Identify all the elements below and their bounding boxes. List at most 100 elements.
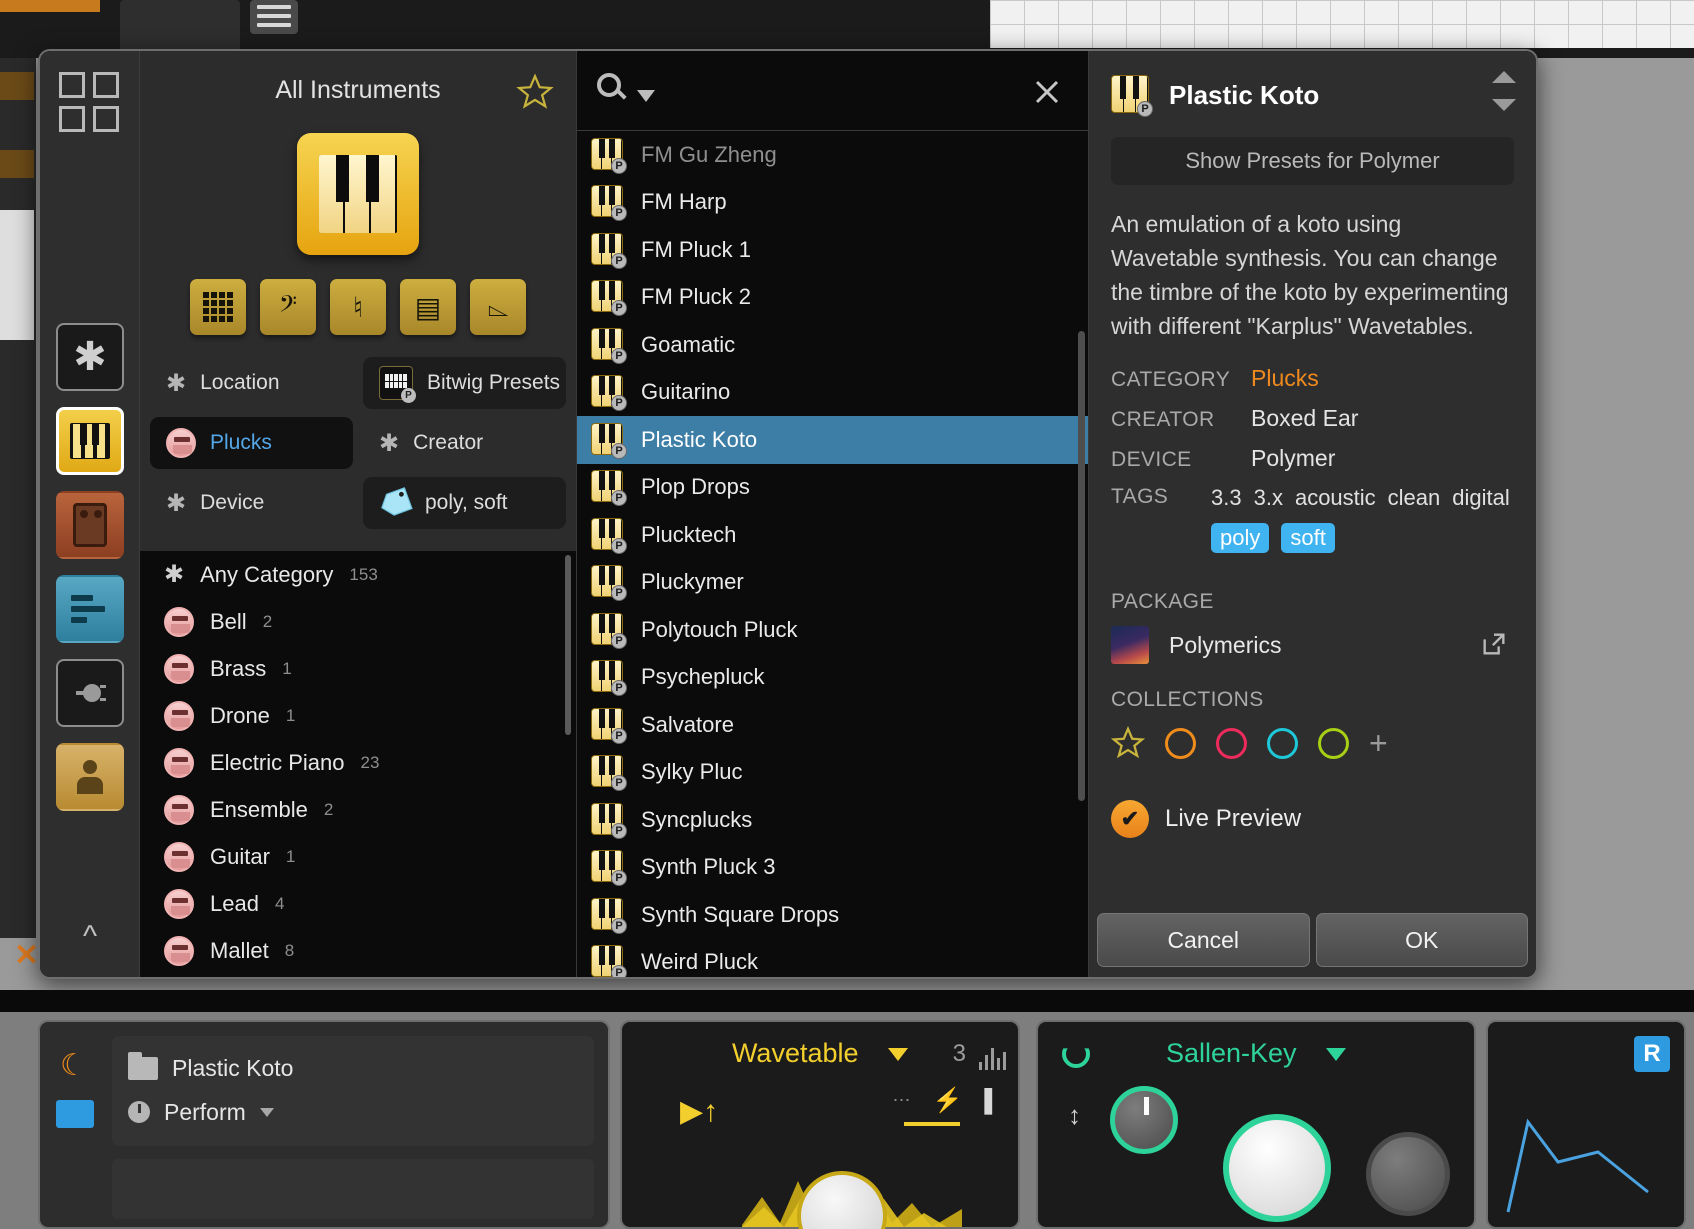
filter-tags[interactable]: poly, soft [363,477,566,529]
chevron-down-icon[interactable] [1326,1048,1346,1061]
sidebar-item-user[interactable] [56,743,124,811]
pulse-icon[interactable]: ▌ [984,1088,1000,1114]
list-item[interactable]: P Goamatic [577,321,1088,369]
chevron-down-icon[interactable] [260,1108,274,1117]
tag[interactable]: clean [1388,485,1441,511]
filter-knob-2[interactable] [1223,1114,1331,1222]
collection-pink-icon[interactable] [1216,728,1247,759]
filter-bitwig-presets[interactable]: P Bitwig Presets [363,357,566,409]
filter-device[interactable]: ✱ Device [150,477,353,529]
collection-orange-icon[interactable] [1165,728,1196,759]
show-presets-button[interactable]: Show Presets for Polymer [1111,137,1514,185]
close-icon[interactable]: ✕ [14,938,39,973]
noise-icon[interactable]: ⋯ [893,1090,911,1111]
list-item[interactable]: P Pluckymer [577,559,1088,607]
list-item[interactable]: P Plucktech [577,511,1088,559]
live-preview-toggle[interactable]: ✔ Live Preview [1111,800,1514,838]
category-scrollbar[interactable] [565,555,571,735]
list-item[interactable]: P Guitarino [577,369,1088,417]
filter-title[interactable]: Sallen-Key [1038,1038,1474,1069]
tag[interactable]: 3.3 [1211,485,1242,511]
list-item[interactable]: P Syncplucks [577,796,1088,844]
device-preset-row[interactable]: Plastic Koto [128,1046,594,1090]
hamburger-icon[interactable] [250,0,298,34]
filter-location[interactable]: ✱ Location [150,357,353,409]
list-item[interactable]: P Sylky Pluc [577,749,1088,797]
list-item[interactable]: P Plop Drops [577,464,1088,512]
close-icon[interactable] [1032,77,1062,107]
sidebar-item-instruments[interactable] [56,407,124,475]
filter-creator[interactable]: ✱ Creator [363,417,566,469]
folder-icon[interactable] [56,1100,94,1128]
category-item-brass[interactable]: Brass 1 [140,645,576,692]
envelope-display[interactable] [1488,1072,1688,1222]
meta-value[interactable]: Plucks [1251,365,1319,392]
wavetable-voice-count[interactable]: 3 [953,1040,966,1068]
chevron-down-icon[interactable] [1492,99,1516,111]
collapse-chevron-up-icon[interactable]: ^ [68,915,112,959]
modulation-arrow-icon[interactable]: ▶↑ [680,1094,718,1129]
list-item[interactable]: P Synth Square Drops [577,891,1088,939]
list-item[interactable]: P Salvatore [577,701,1088,749]
ok-button[interactable]: OK [1316,913,1529,967]
filter-plucks[interactable]: Plucks [150,417,353,469]
list-item[interactable]: P FM Gu Zheng [577,131,1088,179]
cancel-button[interactable]: Cancel [1097,913,1310,967]
tag[interactable]: 3.x [1254,485,1283,511]
list-item[interactable]: P FM Harp [577,179,1088,227]
category-item-mallet[interactable]: Mallet 8 [140,927,576,974]
star-outline-icon[interactable] [516,73,554,111]
category-item-bell[interactable]: Bell 2 [140,598,576,645]
bass-clef-icon[interactable]: 𝄢 [260,279,316,335]
list-item[interactable]: P Synth Pluck 3 [577,844,1088,892]
sidebar-item-audio-fx[interactable] [56,491,124,559]
results-scrollbar[interactable] [1078,331,1085,801]
keyboard-x-icon[interactable]: ♮ [330,279,386,335]
lightning-icon[interactable]: ⚡ [933,1086,963,1115]
external-link-icon[interactable] [1480,630,1508,658]
tag[interactable]: acoustic [1295,485,1376,511]
list-item[interactable]: P Weird Pluck [577,939,1088,978]
category-item-ensemble[interactable]: Ensemble 2 [140,786,576,833]
filter-knob-3[interactable] [1366,1132,1450,1216]
results-list[interactable]: P FM Gu Zheng P FM Harp P FM Pluck 1 P F… [577,131,1088,977]
list-item[interactable]: P FM Pluck 1 [577,226,1088,274]
category-item-lead[interactable]: Lead 4 [140,880,576,927]
package-name[interactable]: Polymerics [1169,632,1281,659]
collection-cyan-icon[interactable] [1267,728,1298,759]
list-item[interactable]: P Psychepluck [577,654,1088,702]
harp-icon[interactable]: ⌳ [470,279,526,335]
filter-knob-1[interactable] [1110,1086,1178,1154]
collection-star-icon[interactable] [1111,726,1145,760]
category-item-any[interactable]: ✱ Any Category 153 [140,551,576,598]
search-input[interactable] [655,78,1068,104]
category-item-drone[interactable]: Drone 1 [140,692,576,739]
drum-machine-icon[interactable]: ▤ [400,279,456,335]
record-badge[interactable]: R [1634,1036,1670,1072]
grid-16-icon[interactable] [190,279,246,335]
category-item-electric-piano[interactable]: Electric Piano 23 [140,739,576,786]
list-item[interactable]: P Polytouch Pluck [577,606,1088,654]
category-item-guitar[interactable]: Guitar 1 [140,833,576,880]
chevron-down-icon[interactable] [888,1048,908,1061]
updown-arrows-icon[interactable]: ↕ [1068,1100,1081,1131]
meta-value[interactable]: Boxed Ear [1251,405,1358,432]
meta-value[interactable]: Polymer [1251,445,1335,472]
preset-spinner[interactable] [1492,71,1516,111]
sidebar-item-note-fx[interactable] [56,575,124,643]
sidebar-item-plugins[interactable] [56,659,124,727]
list-item-selected[interactable]: P Plastic Koto [577,416,1088,464]
grid-icon[interactable] [59,72,121,134]
category-item-organ[interactable]: Organ 14 [140,974,576,977]
tag-active[interactable]: soft [1281,523,1334,553]
list-item[interactable]: P FM Pluck 2 [577,274,1088,322]
tag-active[interactable]: poly [1211,523,1269,553]
moon-icon[interactable]: ☾ [60,1048,87,1083]
chevron-down-icon[interactable] [637,90,655,102]
device-page-row[interactable]: Perform [128,1090,594,1134]
collection-green-icon[interactable] [1318,728,1349,759]
sidebar-item-everything[interactable]: ✱ [56,323,124,391]
tag[interactable]: digital [1452,485,1509,511]
search-icon[interactable] [597,73,633,109]
chevron-up-icon[interactable] [1492,71,1516,83]
